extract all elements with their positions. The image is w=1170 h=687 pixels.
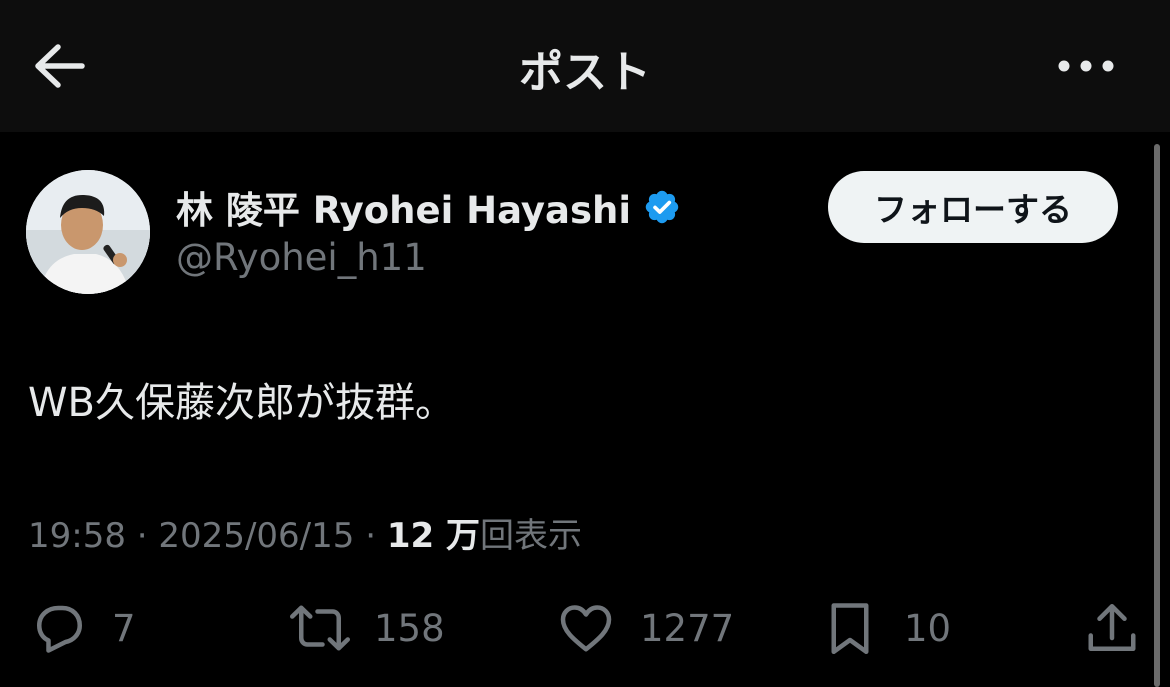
share-button[interactable]	[1082, 596, 1142, 660]
meta-separator: ·	[354, 516, 387, 556]
views-count: 12 万	[386, 516, 480, 556]
bookmark-count: 10	[904, 606, 952, 650]
avatar[interactable]	[26, 170, 150, 294]
page-title: ポスト	[519, 47, 651, 98]
bookmark-icon	[831, 603, 869, 654]
top-nav-bar: ポスト	[0, 0, 1170, 132]
action-bar: 7 158 1277 10	[0, 596, 1170, 660]
author-display-name[interactable]: 林 陵平 Ryohei Hayashi	[176, 180, 631, 234]
repost-icon	[290, 605, 350, 651]
tweet-text: WB久保藤次郎が抜群。	[28, 380, 455, 426]
tweet-meta: 19:58 · 2025/06/15 · 12 万回表示	[28, 508, 582, 557]
like-count: 1277	[640, 606, 735, 650]
share-icon	[1088, 604, 1136, 651]
repost-button[interactable]: 158	[290, 596, 445, 660]
bookmark-button[interactable]: 10	[820, 596, 951, 660]
like-button[interactable]: 1277	[556, 596, 734, 660]
scrollbar[interactable]	[1154, 144, 1160, 687]
author-handle[interactable]: @Ryohei_h11	[176, 236, 427, 279]
repost-count: 158	[374, 606, 445, 650]
tweet-time[interactable]: 19:58	[28, 516, 126, 556]
tweet-date[interactable]: 2025/06/15	[158, 516, 354, 556]
verified-badge-icon	[643, 188, 681, 226]
reply-icon	[37, 605, 82, 653]
author-name-row: 林 陵平 Ryohei Hayashi	[176, 182, 681, 232]
reply-count: 7	[112, 606, 136, 650]
follow-button[interactable]: フォローする	[828, 171, 1118, 243]
like-icon	[560, 605, 612, 652]
views-label: 回表示	[479, 516, 582, 556]
more-icon[interactable]	[1056, 52, 1116, 80]
meta-separator: ·	[125, 516, 159, 556]
reply-button[interactable]: 7	[28, 596, 136, 660]
